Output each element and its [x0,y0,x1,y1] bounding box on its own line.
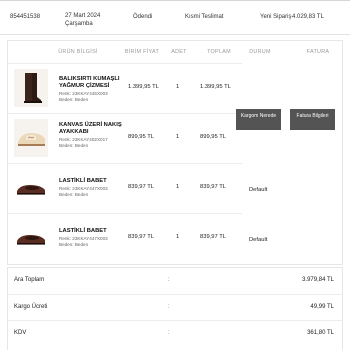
separator: : [168,304,170,310]
invoice-info-button[interactable]: Fatura Bilgileri [290,109,335,130]
line-total: 899,95 TL [200,134,227,140]
header-invoice: FATURA [306,49,330,55]
product-name[interactable]: LASTİKLİ BABET [59,178,129,185]
product-size: Beden: Beden [59,143,89,148]
order-date: 27 Mart 2024 Çarşamba [65,12,100,28]
items-list: BALIKSIRTI KUMAŞLI YAĞMUR ÇİZMESİ Renk: … [8,63,242,263]
unit-price: 899,95 TL [128,134,155,140]
order-date-line2: Çarşamba [65,21,93,27]
header-unit-price: BİRİM FİYAT [124,49,160,55]
tax-row: KDV : 361,80 TL [8,320,342,345]
quantity: 1 [176,234,180,240]
top-divider [0,0,350,1]
subtotal-row: Ara Toplam : 3.979,84 TL [8,268,342,293]
table-header: ÜRÜN BİLGİSİ BİRİM FİYAT ADET TOPLAM DUR… [8,41,342,63]
shipping-value: 49,99 TL [310,304,334,310]
header-qty: ADET [171,49,187,55]
separator: : [168,330,170,336]
quantity: 1 [176,134,180,140]
line-total: 839,97 TL [200,234,227,240]
product-image-ballet-flat[interactable] [14,169,48,207]
header-status: DURUM [249,49,271,55]
list-item: LASTİKLİ BABET Renk: 23KKAY447X003 Beden… [8,213,242,263]
item-status: Default [249,237,268,243]
unit-price: 1.399,95 TL [128,84,159,90]
quantity: 1 [176,84,180,90]
divider [0,34,350,35]
order-summary-row[interactable]: 854451538 27 Mart 2024 Çarşamba Ödendi Kı… [0,2,350,34]
order-total: 4.029,83 TL [292,14,324,20]
header-total: TOPLAM [207,49,231,55]
line-total: 839,97 TL [200,184,227,190]
order-number: 854451538 [10,14,41,20]
list-item: BALIKSIRTI KUMAŞLI YAĞMUR ÇİZMESİ Renk: … [8,63,242,113]
subtotal-value: 3.979,84 TL [302,277,334,283]
shipping-row: Kargo Ücreti : 49,99 TL [8,294,342,319]
product-size: Beden: Beden [59,242,89,247]
tax-label: KDV [14,330,27,336]
header-product: ÜRÜN BİLGİSİ [58,49,98,55]
product-name[interactable]: KANVAS ÜZERİ NAKIŞ AYAKKABI [59,122,129,136]
item-status: Default [249,187,268,193]
delivery-status: Kısmi Teslimat [185,14,224,20]
product-size: Beden: Beden [59,192,89,197]
order-status: Yeni Sipariş [260,14,292,20]
unit-price: 839,97 TL [128,184,155,190]
quantity: 1 [176,184,180,190]
product-image-boot[interactable] [14,69,48,107]
shipping-label: Kargo Ücreti [14,304,48,310]
track-cargo-button[interactable]: Kargom Nerede [236,109,281,130]
order-items-panel: ÜRÜN BİLGİSİ BİRİM FİYAT ADET TOPLAM DUR… [7,40,343,265]
list-item: KANVAS ÜZERİ NAKIŞ AYAKKABI Renk: 23KKAY… [8,113,242,163]
product-size: Beden: Beden [59,97,89,102]
product-name[interactable]: BALIKSIRTI KUMAŞLI YAĞMUR ÇİZMESİ [59,76,129,90]
payment-status: Ödendi [133,14,153,20]
product-image-canvas-shoe[interactable] [14,119,48,157]
product-image-ballet-flat[interactable] [14,219,48,257]
tax-value: 361,80 TL [307,330,334,336]
subtotal-label: Ara Toplam [14,277,45,283]
line-total: 1.399,95 TL [200,84,231,90]
product-name[interactable]: LASTİKLİ BABET [59,228,129,235]
list-item: LASTİKLİ BABET Renk: 23KKAY447X003 Beden… [8,163,242,213]
order-totals: Ara Toplam : 3.979,84 TL Kargo Ücreti : … [7,267,343,350]
order-date-line1: 27 Mart 2024 [65,13,101,19]
separator: : [168,277,170,283]
unit-price: 839,97 TL [128,234,155,240]
